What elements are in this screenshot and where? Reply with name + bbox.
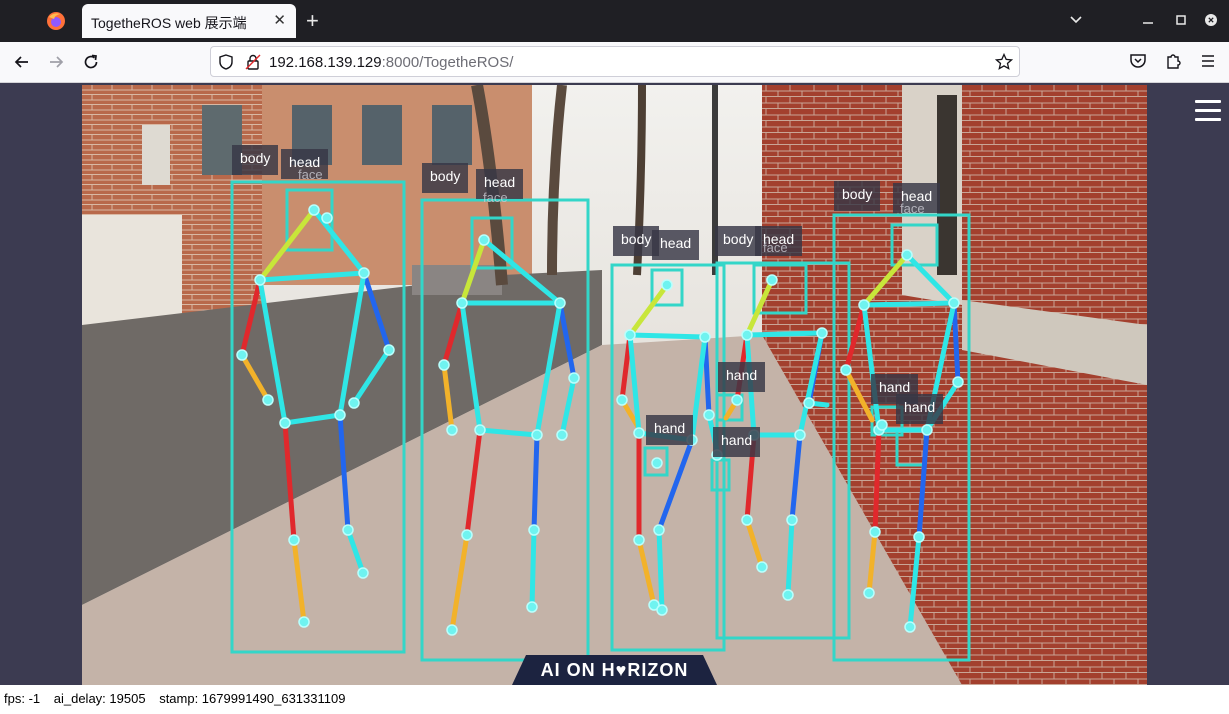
hamburger-menu-icon[interactable] bbox=[1195, 100, 1221, 122]
url-text[interactable]: 192.168.139.129:8000/TogetheROS/ bbox=[269, 54, 513, 71]
bookmark-star-icon[interactable] bbox=[995, 53, 1013, 71]
hand-box bbox=[710, 458, 731, 492]
body-label: body bbox=[422, 163, 469, 193]
page-content: body head face body head face body head … bbox=[0, 83, 1229, 685]
chevron-down-icon[interactable] bbox=[1069, 13, 1083, 27]
extensions-icon[interactable] bbox=[1163, 51, 1183, 71]
face-box bbox=[890, 223, 939, 267]
tab-strip: TogetheROS web 展示端 ✕ + bbox=[0, 0, 1229, 42]
body-label: body bbox=[834, 181, 881, 211]
close-tab-icon[interactable]: ✕ bbox=[273, 12, 286, 30]
pocket-icon[interactable] bbox=[1128, 51, 1148, 71]
fps-readout: fps: -1 bbox=[4, 691, 41, 706]
face-label: face bbox=[763, 240, 788, 255]
new-tab-button[interactable]: + bbox=[306, 8, 319, 34]
forward-icon[interactable] bbox=[45, 51, 67, 73]
url-host: 192.168.139.129 bbox=[269, 54, 382, 71]
tab-togetheros[interactable]: TogetheROS web 展示端 ✕ bbox=[82, 4, 296, 38]
tab-title: TogetheROS web 展示端 bbox=[91, 15, 247, 31]
head-label: head bbox=[652, 230, 700, 260]
detection-overlay bbox=[230, 180, 971, 662]
firefox-logo-icon bbox=[47, 12, 65, 30]
ai-delay-readout: ai_delay: 19505 bbox=[53, 691, 146, 706]
face-label: face bbox=[298, 167, 323, 182]
url-path: :8000/TogetheROS/ bbox=[381, 54, 514, 71]
app-menu-icon[interactable] bbox=[1198, 51, 1218, 71]
close-icon[interactable] bbox=[1205, 14, 1217, 26]
face-label: face bbox=[900, 201, 925, 216]
hand-label: hand bbox=[718, 362, 766, 392]
hand-label: hand bbox=[896, 394, 944, 424]
url-bar[interactable]: 192.168.139.129:8000/TogetheROS/ bbox=[210, 46, 1020, 77]
minimize-icon[interactable] bbox=[1142, 14, 1154, 26]
body-box bbox=[832, 213, 971, 662]
navigation-bar: 192.168.139.129:8000/TogetheROS/ bbox=[0, 42, 1229, 83]
reload-icon[interactable] bbox=[80, 51, 102, 73]
status-line: fps: -1 ai_delay: 19505 stamp: 167999149… bbox=[4, 691, 355, 706]
horizon-brand-logo: AI ON H♥RIZON bbox=[512, 655, 717, 685]
camera-video-frame: body head face body head face body head … bbox=[82, 85, 1147, 685]
timestamp-readout: stamp: 1679991490_631331109 bbox=[159, 691, 346, 706]
body-label: body bbox=[232, 145, 279, 175]
maximize-icon[interactable] bbox=[1175, 14, 1187, 26]
hand-label: hand bbox=[713, 427, 761, 457]
hand-label: hand bbox=[646, 415, 694, 445]
shield-icon[interactable] bbox=[217, 53, 235, 71]
back-icon[interactable] bbox=[11, 51, 33, 73]
lock-icon[interactable] bbox=[244, 53, 262, 71]
face-label: face bbox=[483, 190, 508, 205]
